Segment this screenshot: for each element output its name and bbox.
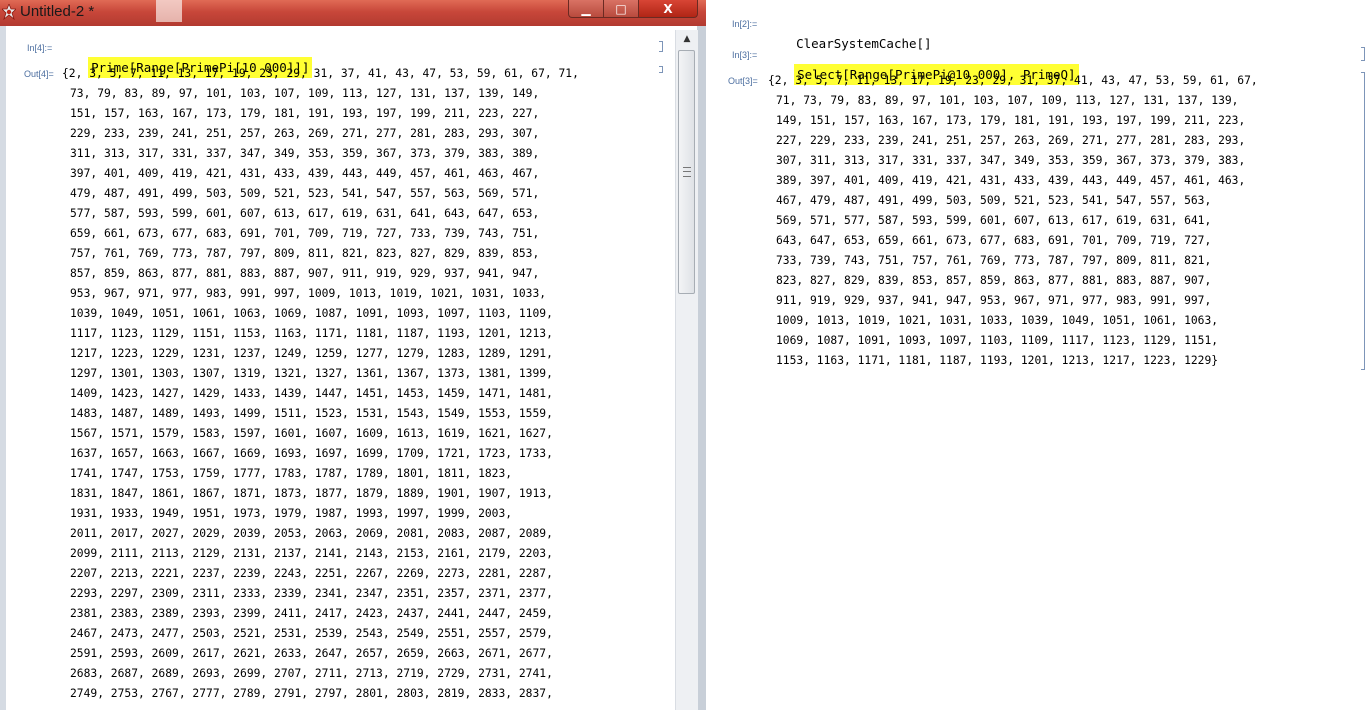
maximize-button[interactable]: □ — [603, 0, 639, 18]
close-button[interactable]: X — [638, 0, 698, 18]
close-icon: X — [663, 1, 673, 16]
scrollbar-thumb[interactable] — [678, 50, 695, 294]
scroll-up-arrow-icon[interactable]: ▲ — [676, 30, 698, 48]
output-line: 1741, 1747, 1753, 1759, 1777, 1783, 1787… — [70, 467, 513, 480]
input-cell-label: In[4]:= — [27, 43, 53, 53]
output-line: 643, 647, 653, 659, 661, 673, 677, 683, … — [776, 234, 1212, 247]
vertical-scrollbar[interactable]: ▲ — [675, 30, 698, 710]
output-line: 2467, 2473, 2477, 2503, 2521, 2531, 2539… — [70, 627, 553, 640]
input-cell-label-2: In[2]:= — [732, 19, 758, 29]
output-line: 1217, 1223, 1229, 1231, 1237, 1249, 1259… — [70, 347, 553, 360]
output-line: 1039, 1049, 1051, 1061, 1063, 1069, 1087… — [70, 307, 553, 320]
input-cell-label-3: In[3]:= — [732, 50, 758, 60]
output-cell-3: {2, 3, 5, 7, 11, 13, 17, 19, 23, 29, 31,… — [768, 71, 1258, 371]
output-line: 1297, 1301, 1303, 1307, 1319, 1321, 1327… — [70, 367, 553, 380]
output-line: 229, 233, 239, 241, 251, 257, 263, 269, … — [70, 127, 540, 140]
output-cell-label: Out[4]= — [24, 69, 54, 79]
output-line: 467, 479, 487, 491, 499, 503, 509, 521, … — [776, 194, 1212, 207]
output-line: 1637, 1657, 1663, 1667, 1669, 1693, 1697… — [70, 447, 553, 460]
maximize-icon: □ — [615, 1, 627, 16]
input-cell-bracket[interactable] — [659, 41, 663, 52]
grip-icon — [682, 167, 691, 177]
output-line: 73, 79, 83, 89, 97, 101, 103, 107, 109, … — [70, 87, 540, 100]
output-line: 911, 919, 929, 937, 941, 947, 953, 967, … — [776, 294, 1212, 307]
output-line: 1931, 1933, 1949, 1951, 1973, 1979, 1987… — [70, 507, 513, 520]
output-line: 1409, 1423, 1427, 1429, 1433, 1439, 1447… — [70, 387, 553, 400]
output-line: 479, 487, 491, 499, 503, 509, 521, 523, … — [70, 187, 540, 200]
mathematica-app-icon — [2, 4, 16, 20]
output-cell-bracket[interactable] — [659, 66, 663, 73]
output-cell: {2, 3, 5, 7, 11, 13, 17, 19, 23, 29, 31,… — [62, 64, 579, 704]
output-line: 1153, 1163, 1171, 1181, 1187, 1193, 1201… — [776, 354, 1219, 367]
output-line: 1567, 1571, 1579, 1583, 1597, 1601, 1607… — [70, 427, 553, 440]
notebook-window-right: In[2]:= ClearSystemCache[] In[3]:= Selec… — [706, 0, 1372, 710]
window-title: Untitled-2 * — [20, 3, 95, 20]
output-line: 733, 739, 743, 751, 757, 761, 769, 773, … — [776, 254, 1212, 267]
output-line: 2591, 2593, 2609, 2617, 2621, 2633, 2647… — [70, 647, 553, 660]
output-line: 1483, 1487, 1489, 1493, 1499, 1511, 1523… — [70, 407, 553, 420]
output-line: 577, 587, 593, 599, 601, 607, 613, 617, … — [70, 207, 540, 220]
output-line: 1831, 1847, 1861, 1867, 1871, 1873, 1877… — [70, 487, 553, 500]
output-line: 953, 967, 971, 977, 983, 991, 997, 1009,… — [70, 287, 547, 300]
output-line: 2683, 2687, 2689, 2693, 2699, 2707, 2711… — [70, 667, 553, 680]
output-line: 1069, 1087, 1091, 1093, 1097, 1103, 1109… — [776, 334, 1219, 347]
output-line: 311, 313, 317, 331, 337, 347, 349, 353, … — [70, 147, 540, 160]
output-line: 757, 761, 769, 773, 787, 797, 809, 811, … — [70, 247, 540, 260]
output-line: {2, 3, 5, 7, 11, 13, 17, 19, 23, 29, 31,… — [62, 67, 579, 80]
output-line: 151, 157, 163, 167, 173, 179, 181, 191, … — [70, 107, 540, 120]
output-line: 397, 401, 409, 419, 421, 431, 433, 439, … — [70, 167, 540, 180]
output-line: 227, 229, 233, 239, 241, 251, 257, 263, … — [776, 134, 1246, 147]
input-cell-bracket-3[interactable] — [1361, 47, 1365, 61]
window-frame-right — [697, 26, 706, 710]
minimize-icon: ▁ — [581, 1, 591, 16]
title-bar-highlight — [156, 0, 182, 22]
output-line: 2381, 2383, 2389, 2393, 2399, 2411, 2417… — [70, 607, 553, 620]
output-line: 389, 397, 401, 409, 419, 421, 431, 433, … — [776, 174, 1246, 187]
output-line: 307, 311, 313, 317, 331, 337, 347, 349, … — [776, 154, 1246, 167]
output-line: 2011, 2017, 2027, 2029, 2039, 2053, 2063… — [70, 527, 553, 540]
output-line: 71, 73, 79, 83, 89, 97, 101, 103, 107, 1… — [776, 94, 1239, 107]
output-line: 2099, 2111, 2113, 2129, 2131, 2137, 2141… — [70, 547, 553, 560]
output-line: 857, 859, 863, 877, 881, 883, 887, 907, … — [70, 267, 540, 280]
output-line: 149, 151, 157, 163, 167, 173, 179, 181, … — [776, 114, 1246, 127]
output-line: 1117, 1123, 1129, 1151, 1153, 1163, 1171… — [70, 327, 553, 340]
output-cell-label-3: Out[3]= — [728, 76, 758, 86]
minimize-button[interactable]: ▁ — [568, 0, 604, 18]
output-line: 2293, 2297, 2309, 2311, 2333, 2339, 2341… — [70, 587, 553, 600]
output-line: 2749, 2753, 2767, 2777, 2789, 2791, 2797… — [70, 687, 553, 700]
output-line: 659, 661, 673, 677, 683, 691, 701, 709, … — [70, 227, 540, 240]
notebook-window-left: Untitled-2 * ▁ □ X ▲ In[4]:= Prime[Range… — [0, 0, 706, 710]
output-line: {2, 3, 5, 7, 11, 13, 17, 19, 23, 29, 31,… — [768, 74, 1258, 87]
title-bar[interactable]: Untitled-2 * ▁ □ X — [0, 0, 706, 26]
output-line: 1009, 1013, 1019, 1021, 1031, 1033, 1039… — [776, 314, 1219, 327]
output-line: 2207, 2213, 2221, 2237, 2239, 2243, 2251… — [70, 567, 553, 580]
output-cell-bracket-3[interactable] — [1361, 72, 1365, 370]
output-line: 823, 827, 829, 839, 853, 857, 859, 863, … — [776, 274, 1212, 287]
output-line: 569, 571, 577, 587, 593, 599, 601, 607, … — [776, 214, 1212, 227]
